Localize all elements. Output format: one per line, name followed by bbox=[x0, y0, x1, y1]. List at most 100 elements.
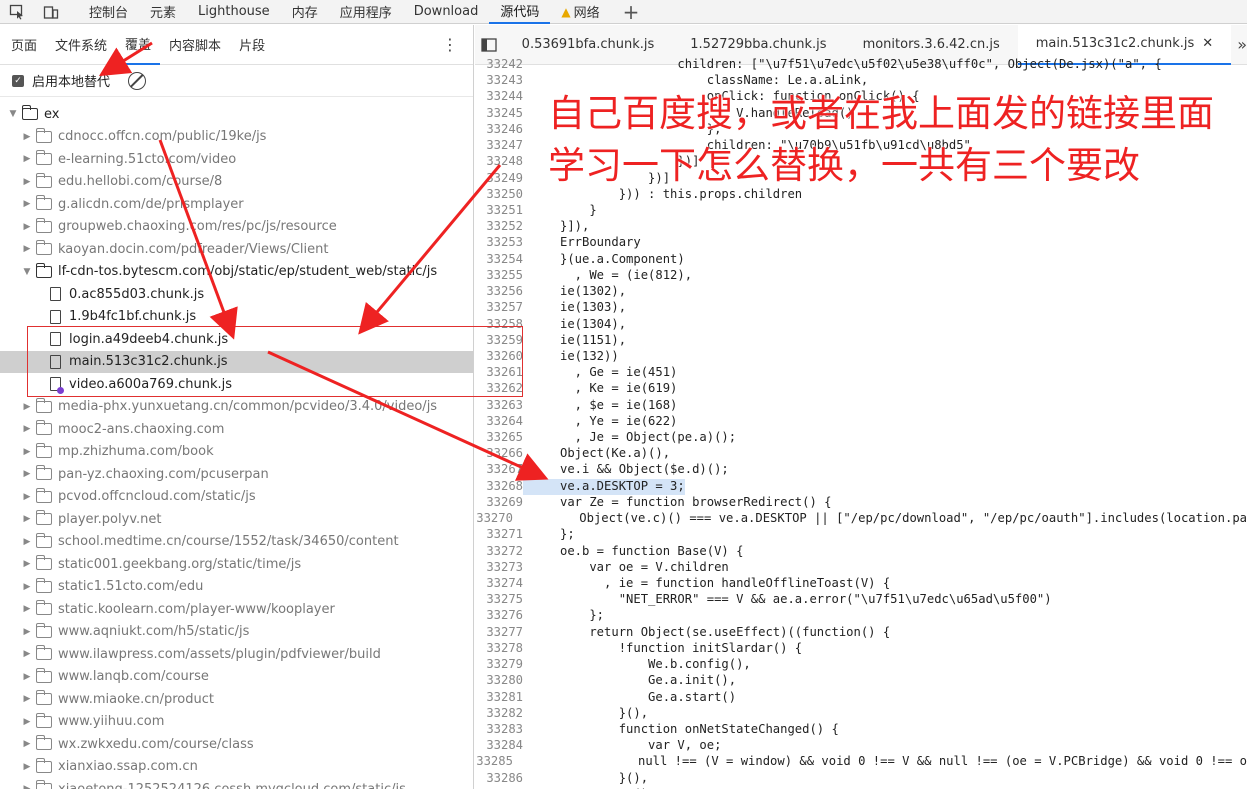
navigator-tab[interactable]: 内容脚本 bbox=[160, 25, 230, 65]
tree-folder-item[interactable]: ▶ mp.zhizhuma.com/book bbox=[0, 441, 473, 464]
tab-memory[interactable]: 内存 bbox=[281, 0, 329, 24]
line-number[interactable]: 33242 bbox=[475, 57, 523, 73]
line-number[interactable]: 33285 bbox=[475, 754, 513, 770]
line-number[interactable]: 33247 bbox=[475, 138, 523, 154]
expand-right-icon[interactable]: ▶ bbox=[20, 784, 34, 789]
expand-right-icon[interactable]: ▶ bbox=[20, 402, 34, 412]
line-number[interactable]: 33265 bbox=[475, 430, 523, 446]
line-number[interactable]: 33280 bbox=[475, 673, 523, 689]
navigator-tab[interactable]: 覆盖 bbox=[116, 25, 161, 65]
tab-lighthouse[interactable]: Lighthouse bbox=[187, 0, 281, 24]
more-tabs-icon[interactable]: » bbox=[1231, 35, 1247, 54]
tree-file-item[interactable]: main.513c31c2.chunk.js bbox=[0, 350, 473, 373]
device-toolbar-icon[interactable] bbox=[34, 0, 68, 24]
expand-right-icon[interactable]: ▶ bbox=[20, 582, 34, 592]
line-number[interactable]: 33270 bbox=[475, 511, 513, 527]
line-number[interactable]: 33263 bbox=[475, 398, 523, 414]
line-number[interactable]: 33258 bbox=[475, 317, 523, 333]
expand-right-icon[interactable]: ▶ bbox=[20, 739, 34, 749]
line-number[interactable]: 33286 bbox=[475, 771, 523, 787]
line-number[interactable]: 33284 bbox=[475, 738, 523, 754]
line-number[interactable]: 33255 bbox=[475, 268, 523, 284]
line-number[interactable]: 33245 bbox=[475, 106, 523, 122]
tree-folder-item[interactable]: ▶ www.aqniukt.com/h5/static/js bbox=[0, 621, 473, 644]
line-number[interactable]: 33283 bbox=[475, 722, 523, 738]
expand-right-icon[interactable]: ▶ bbox=[20, 469, 34, 479]
tree-folder-item[interactable]: ▶ school.medtime.cn/course/1552/task/3465… bbox=[0, 531, 473, 554]
expand-right-icon[interactable]: ▶ bbox=[20, 132, 34, 142]
line-number[interactable]: 33253 bbox=[475, 235, 523, 251]
tree-folder-item[interactable]: ▶ pcvod.offcncloud.com/static/js bbox=[0, 486, 473, 509]
expand-right-icon[interactable]: ▶ bbox=[20, 627, 34, 637]
tree-folder-item[interactable]: ▶ pan-yz.chaoxing.com/pcuserpan bbox=[0, 463, 473, 486]
add-tab-button[interactable]: + bbox=[611, 0, 652, 24]
tree-file-item[interactable]: login.a49deeb4.chunk.js bbox=[0, 328, 473, 351]
tree-folder-item[interactable]: ▶ static001.geekbang.org/static/time/js bbox=[0, 553, 473, 576]
tree-folder-item[interactable]: ▶ media-phx.yunxuetang.cn/common/pcvideo/… bbox=[0, 396, 473, 419]
tree-folder-item[interactable]: ▶ g.alicdn.com/de/prismplayer bbox=[0, 193, 473, 216]
line-number[interactable]: 33275 bbox=[475, 592, 523, 608]
tab-sources[interactable]: 源代码 bbox=[489, 0, 551, 24]
line-number[interactable]: 33244 bbox=[475, 89, 523, 105]
tab-download[interactable]: Download bbox=[403, 0, 490, 24]
enable-override-checkbox[interactable]: ✓ bbox=[12, 74, 24, 87]
expand-right-icon[interactable]: ▶ bbox=[20, 762, 34, 772]
navigator-tab[interactable]: 页面 bbox=[2, 25, 46, 65]
expand-right-icon[interactable]: ▶ bbox=[20, 222, 34, 232]
tree-folder-item[interactable]: ▶ player.polyv.net bbox=[0, 508, 473, 531]
tab-application[interactable]: 应用程序 bbox=[329, 0, 403, 24]
tree-folder-item[interactable]: ▶ e-learning.51cto.com/video bbox=[0, 148, 473, 171]
tab-network[interactable]: ▲ 网络 bbox=[550, 0, 610, 24]
expand-right-icon[interactable]: ▶ bbox=[20, 199, 34, 209]
tree-folder-item[interactable]: ▶ edu.hellobi.com/course/8 bbox=[0, 171, 473, 194]
tree-file-item[interactable]: 1.9b4fc1bf.chunk.js bbox=[0, 306, 473, 329]
line-number[interactable]: 33273 bbox=[475, 560, 523, 576]
line-number[interactable]: 33261 bbox=[475, 365, 523, 381]
line-number[interactable]: 33279 bbox=[475, 657, 523, 673]
line-number[interactable]: 33276 bbox=[475, 608, 523, 624]
line-number[interactable]: 33257 bbox=[475, 300, 523, 316]
tree-folder-item[interactable]: ▶ static.koolearn.com/player-www/kooplaye… bbox=[0, 598, 473, 621]
navigator-tab[interactable]: 片段 bbox=[230, 25, 274, 65]
tree-folder-item[interactable]: ▶ mooc2-ans.chaoxing.com bbox=[0, 418, 473, 441]
tree-folder-item[interactable]: ▶ www.ilawpress.com/assets/plugin/pdfview… bbox=[0, 643, 473, 666]
line-number[interactable]: 33251 bbox=[475, 203, 523, 219]
line-number[interactable]: 33282 bbox=[475, 706, 523, 722]
line-number[interactable]: 33272 bbox=[475, 544, 523, 560]
expand-right-icon[interactable]: ▶ bbox=[20, 154, 34, 164]
line-number[interactable]: 33248 bbox=[475, 154, 523, 170]
line-number[interactable]: 33249 bbox=[475, 171, 523, 187]
line-number[interactable]: 33266 bbox=[475, 446, 523, 462]
tree-folder-item[interactable]: ▼ ex bbox=[0, 103, 473, 126]
expand-right-icon[interactable]: ▶ bbox=[20, 447, 34, 457]
expand-right-icon[interactable]: ▶ bbox=[20, 672, 34, 682]
line-number[interactable]: 33267 bbox=[475, 462, 523, 478]
line-number[interactable]: 33274 bbox=[475, 576, 523, 592]
tree-file-item[interactable]: 0.ac855d03.chunk.js bbox=[0, 283, 473, 306]
expand-right-icon[interactable]: ▶ bbox=[20, 177, 34, 187]
expand-right-icon[interactable]: ▶ bbox=[20, 559, 34, 569]
tree-folder-item[interactable]: ▶ xiaoetong-1252524126.cossh.myqcloud.com… bbox=[0, 778, 473, 789]
expand-right-icon[interactable]: ▶ bbox=[20, 514, 34, 524]
line-number[interactable]: 33268 bbox=[475, 479, 523, 495]
line-number[interactable]: 33271 bbox=[475, 527, 523, 543]
tree-folder-item[interactable]: ▼ lf-cdn-tos.bytescm.com/obj/static/ep/st… bbox=[0, 261, 473, 284]
line-number[interactable]: 33269 bbox=[475, 495, 523, 511]
more-options-icon[interactable]: ⋮ bbox=[442, 35, 473, 54]
inspect-icon[interactable] bbox=[0, 0, 34, 24]
tree-folder-item[interactable]: ▶ xianxiao.ssap.com.cn bbox=[0, 756, 473, 779]
line-number[interactable]: 33262 bbox=[475, 381, 523, 397]
toggle-navigator-icon[interactable] bbox=[475, 37, 504, 52]
expand-right-icon[interactable]: ▶ bbox=[20, 244, 34, 254]
close-tab-icon[interactable]: ✕ bbox=[1202, 36, 1213, 51]
line-number[interactable]: 33281 bbox=[475, 690, 523, 706]
tab-console[interactable]: 控制台 bbox=[78, 0, 139, 24]
tree-folder-item[interactable]: ▶ www.miaoke.cn/product bbox=[0, 688, 473, 711]
tab-elements[interactable]: 元素 bbox=[139, 0, 187, 24]
line-number[interactable]: 33252 bbox=[475, 219, 523, 235]
tree-folder-item[interactable]: ▶ www.lanqb.com/course bbox=[0, 666, 473, 689]
expand-right-icon[interactable]: ▶ bbox=[20, 604, 34, 614]
line-number[interactable]: 33246 bbox=[475, 122, 523, 138]
line-number[interactable]: 33250 bbox=[475, 187, 523, 203]
tree-folder-item[interactable]: ▶ www.yiihuu.com bbox=[0, 711, 473, 734]
